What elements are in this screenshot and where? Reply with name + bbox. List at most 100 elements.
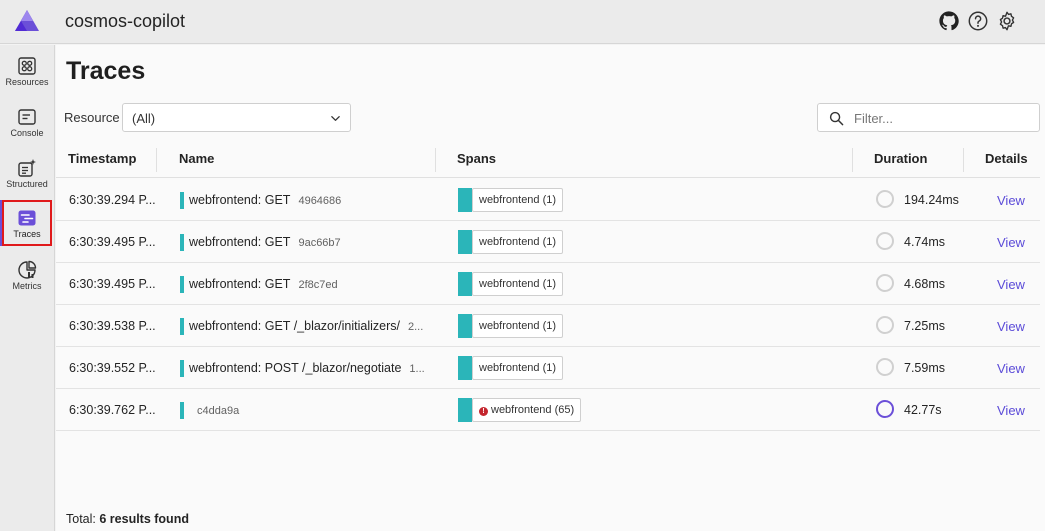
column-header-details: Details <box>985 151 1028 166</box>
results-total: Total: 6 results found <box>66 512 189 526</box>
nav-item-traces[interactable]: Traces <box>2 200 52 246</box>
nav-item-metrics[interactable]: Metrics <box>2 254 52 300</box>
timestamp-cell: 6:30:39.538 P... <box>69 319 156 333</box>
table-row[interactable]: 6:30:39.294 P... webfrontend: GET 4964686… <box>56 179 1040 221</box>
trace-name-cell: c4dda9a <box>189 403 239 417</box>
view-details-link[interactable]: View <box>997 403 1025 418</box>
trace-id: c4dda9a <box>197 405 240 417</box>
trace-name: webfrontend: POST /_blazor/negotiate <box>189 361 402 375</box>
timestamp-cell: 6:30:39.294 P... <box>69 193 156 207</box>
app-title: cosmos-copilot <box>65 11 186 31</box>
table-row[interactable]: 6:30:39.538 P... webfrontend: GET /_blaz… <box>56 305 1040 347</box>
page-title: Traces <box>66 57 146 85</box>
table-header: Timestamp Name Spans Duration Details <box>56 142 1040 178</box>
nav-label-metrics: Metrics <box>12 281 42 291</box>
span-color-block <box>458 356 472 380</box>
column-header-name[interactable]: Name <box>179 151 214 166</box>
name-color-bar <box>180 276 184 293</box>
span-chip-label: webfrontend (65) <box>491 404 575 416</box>
aspire-logo-icon <box>15 10 39 31</box>
trace-name-cell: webfrontend: GET 4964686 <box>189 193 341 207</box>
console-icon <box>18 109 36 125</box>
nav-item-console[interactable]: Console <box>2 101 52 147</box>
trace-id: 2... <box>407 321 424 333</box>
column-divider <box>435 148 436 172</box>
trace-name: webfrontend: GET <box>189 193 291 207</box>
total-label: Total: <box>66 512 96 526</box>
nav-item-structured[interactable]: Structured <box>2 152 52 198</box>
span-color-block <box>458 398 472 422</box>
settings-gear-icon[interactable] <box>996 10 1018 32</box>
table-row[interactable]: 6:30:39.552 P... webfrontend: POST /_bla… <box>56 347 1040 389</box>
table-row[interactable]: 6:30:39.495 P... webfrontend: GET 9ac66b7… <box>56 221 1040 263</box>
trace-name: webfrontend: GET /_blazor/initializers/ <box>189 319 400 333</box>
view-details-link[interactable]: View <box>997 319 1025 334</box>
resource-dropdown-value: (All) <box>132 111 156 126</box>
name-color-bar <box>180 402 184 419</box>
trace-id: 4964686 <box>298 195 342 207</box>
view-details-link[interactable]: View <box>997 235 1025 250</box>
column-divider <box>852 148 853 172</box>
name-color-bar <box>180 360 184 377</box>
column-header-timestamp[interactable]: Timestamp <box>68 151 136 166</box>
filter-input[interactable] <box>854 109 1034 127</box>
span-chip: webfrontend (1) <box>472 188 564 212</box>
view-details-link[interactable]: View <box>997 361 1025 376</box>
chevron-down-icon <box>331 116 340 121</box>
error-icon: ! <box>479 407 488 416</box>
nav-label-structured: Structured <box>6 179 48 189</box>
total-count: 6 results found <box>99 512 189 526</box>
resource-dropdown[interactable]: (All) <box>122 103 351 132</box>
trace-id: 2f8c7ed <box>298 279 338 291</box>
column-divider <box>156 148 157 172</box>
span-chip: webfrontend (1) <box>472 314 564 338</box>
duration-cell: 194.24ms <box>904 193 959 207</box>
main-content: Traces Resource (All) Timestamp Name Spa… <box>56 45 1045 531</box>
trace-id: 1... <box>409 363 425 375</box>
duration-indicator <box>876 190 894 208</box>
side-navigation: Resources Console Structured Traces Metr… <box>0 45 55 531</box>
search-icon <box>829 111 844 126</box>
timestamp-cell: 6:30:39.495 P... <box>69 235 156 249</box>
grid-icon <box>18 57 36 75</box>
column-header-spans[interactable]: Spans <box>457 151 496 166</box>
timestamp-cell: 6:30:39.495 P... <box>69 277 156 291</box>
filter-box <box>817 103 1040 132</box>
table-row[interactable]: 6:30:39.762 P... c4dda9a ! webfrontend (6… <box>56 389 1040 431</box>
span-color-block <box>458 188 472 212</box>
nav-label-traces: Traces <box>13 229 41 239</box>
trace-name-cell: webfrontend: POST /_blazor/negotiate 1... <box>189 361 425 375</box>
duration-indicator <box>876 316 894 334</box>
span-chip: webfrontend (1) <box>472 272 564 296</box>
name-color-bar <box>180 234 184 251</box>
help-icon[interactable] <box>967 10 989 32</box>
resource-label: Resource <box>64 110 120 125</box>
app-window: cosmos-copilot Resources Console Structu… <box>0 0 1045 531</box>
nav-label-resources: Resources <box>5 77 49 87</box>
duration-cell: 7.25ms <box>904 319 945 333</box>
github-icon[interactable] <box>938 10 960 32</box>
trace-id: 9ac66b7 <box>298 237 341 249</box>
timestamp-cell: 6:30:39.552 P... <box>69 361 156 375</box>
duration-indicator <box>876 274 894 292</box>
nav-item-resources[interactable]: Resources <box>2 50 52 96</box>
metrics-icon <box>18 260 37 279</box>
duration-indicator <box>876 400 894 418</box>
span-chip: webfrontend (1) <box>472 230 564 254</box>
top-header: cosmos-copilot <box>0 0 1045 44</box>
duration-indicator <box>876 358 894 376</box>
column-header-duration[interactable]: Duration <box>874 151 927 166</box>
duration-indicator <box>876 232 894 250</box>
view-details-link[interactable]: View <box>997 193 1025 208</box>
duration-cell: 7.59ms <box>904 361 945 375</box>
duration-cell: 4.68ms <box>904 277 945 291</box>
name-color-bar <box>180 192 184 209</box>
span-chip: ! webfrontend (65) <box>472 398 582 422</box>
view-details-link[interactable]: View <box>997 277 1025 292</box>
span-color-block <box>458 272 472 296</box>
table-row[interactable]: 6:30:39.495 P... webfrontend: GET 2f8c7ed… <box>56 263 1040 305</box>
name-color-bar <box>180 318 184 335</box>
structured-logs-icon <box>18 159 36 177</box>
timestamp-cell: 6:30:39.762 P... <box>69 403 156 417</box>
trace-name: webfrontend: GET <box>189 235 291 249</box>
